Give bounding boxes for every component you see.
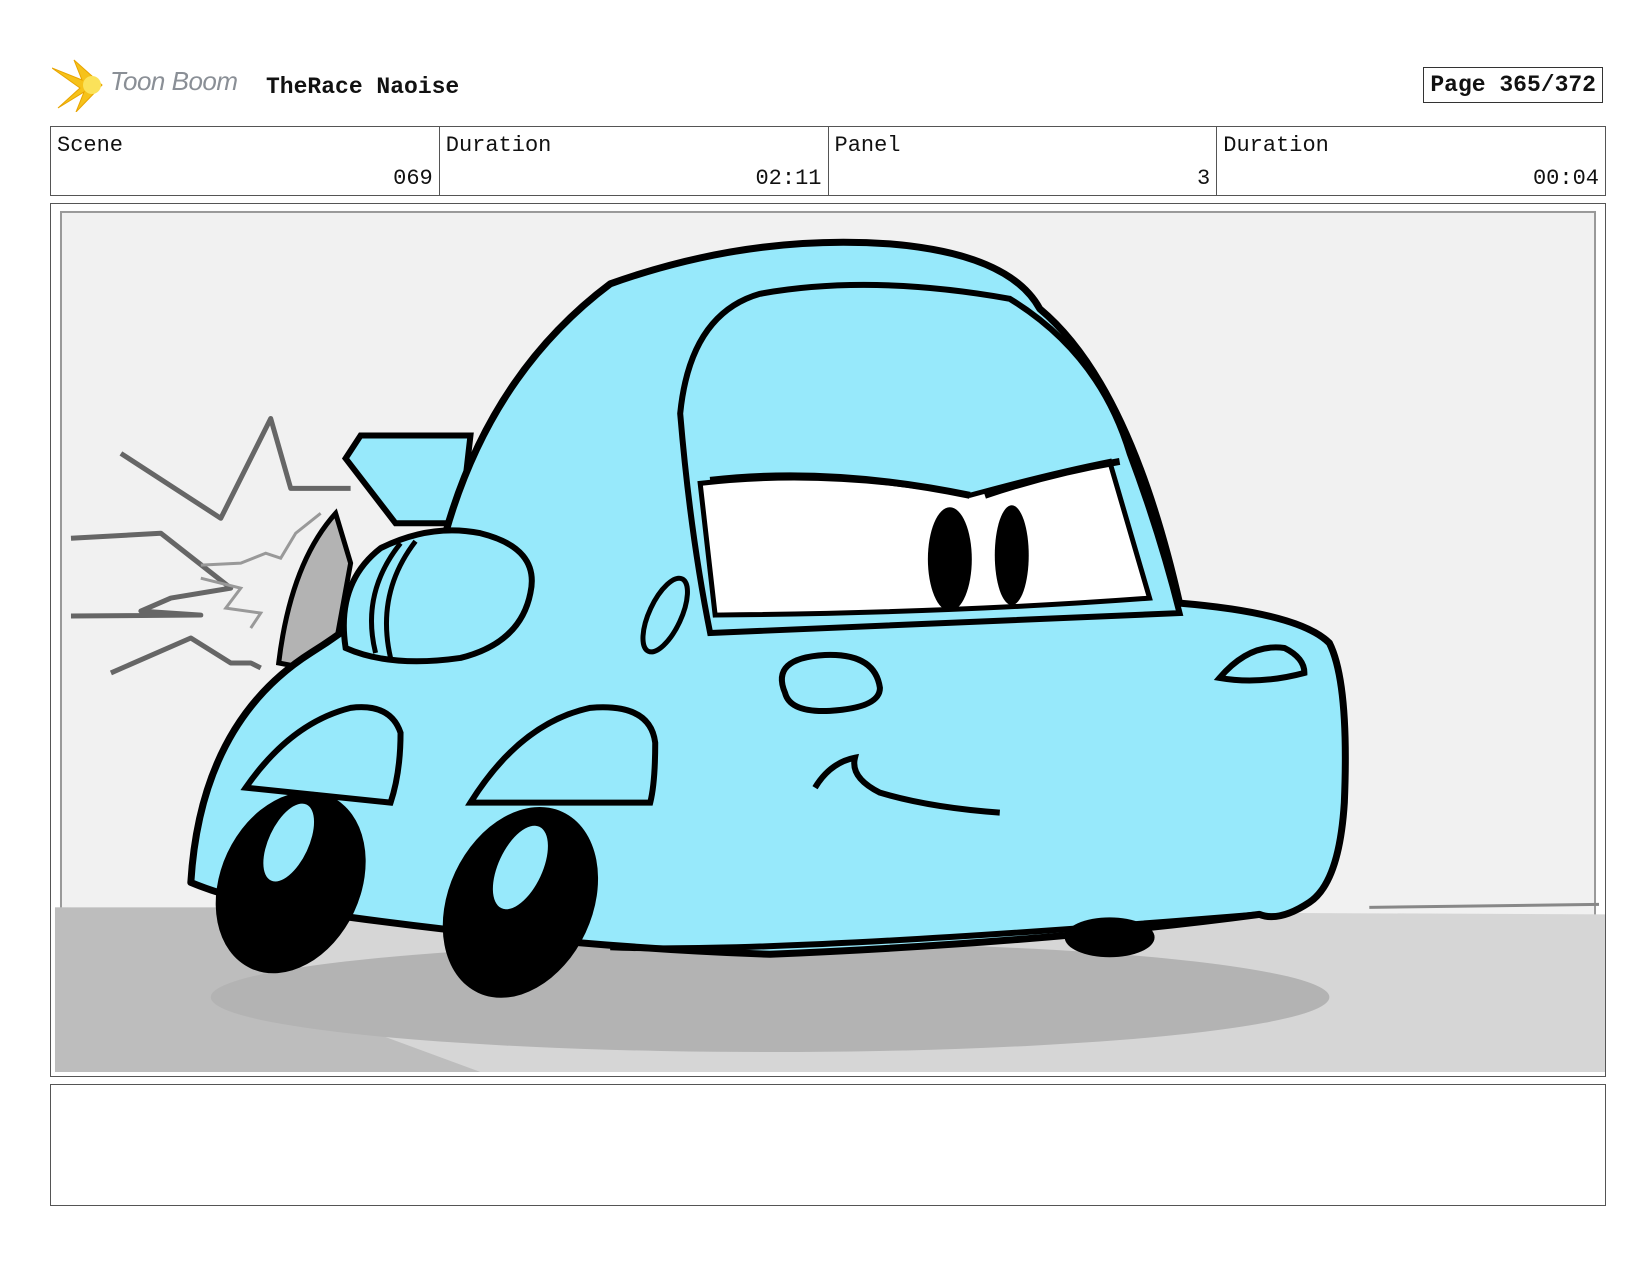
panel-duration-value: 00:04 [1532, 166, 1599, 191]
logo-text: Toon Boom [110, 66, 238, 96]
car-shadow [210, 942, 1330, 1053]
left-pupil [927, 507, 972, 612]
scene-duration-cell: Duration 02:11 [440, 127, 829, 195]
panel-duration-label: Duration [1223, 133, 1329, 158]
scene-label: Scene [57, 133, 124, 158]
panel-cell: Panel 3 [829, 127, 1218, 195]
scene-info-row: Scene 069 Duration 02:11 Panel 3 Duratio… [50, 126, 1606, 196]
scene-duration-label: Duration [445, 133, 552, 158]
scene-cell: Scene 069 [51, 127, 440, 195]
panel-label: Panel [834, 133, 901, 158]
right-pupil [994, 505, 1029, 606]
panel-duration-cell: Duration 00:04 [1217, 127, 1605, 195]
panel-value: 3 [1197, 166, 1211, 191]
panel-drawing [54, 210, 1605, 1073]
toon-boom-logo: Toon Boom [51, 58, 252, 113]
starburst-icon [51, 59, 103, 113]
page-number: Page 365/372 [1423, 67, 1603, 103]
project-title: TheRace Naoise [266, 74, 460, 100]
panel-notes [50, 1084, 1606, 1206]
scene-value: 069 [393, 166, 433, 191]
storyboard-panel [50, 203, 1606, 1077]
nose-grille [778, 651, 883, 714]
scene-duration-value: 02:11 [755, 166, 822, 191]
